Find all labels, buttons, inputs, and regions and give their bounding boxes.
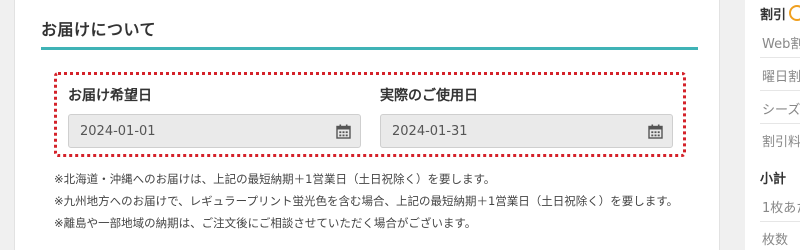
- calendar-icon[interactable]: [648, 124, 663, 139]
- discount-row-web: Web割: [762, 37, 800, 52]
- usage-date-field: 実際のご使用日 2024-01-31: [380, 88, 673, 148]
- discount-heading-label: 割引: [760, 8, 787, 23]
- note-remote-islands: ※離島や一部地域の納期は、ご注文後にご相談させていただく場合がございます。: [54, 216, 477, 230]
- subtotal-heading: 小計: [760, 172, 787, 187]
- divider: [760, 57, 800, 58]
- note-kyushu: ※九州地方へのお届けで、レギュラープリント蛍光色を含む場合、上記の最短納期＋1営…: [54, 194, 679, 208]
- discount-row-weekday: 曜日割: [762, 70, 800, 85]
- subtotal-row-quantity: 枚数: [762, 233, 789, 248]
- usage-date-value: 2024-01-31: [392, 124, 468, 139]
- discount-heading: 割引: [760, 4, 800, 23]
- subtotal-row-per-unit: 1枚あた: [762, 201, 800, 216]
- divider: [760, 221, 800, 222]
- discount-row-amount: 割引料: [762, 135, 800, 150]
- section-title: お届けについて: [41, 20, 157, 39]
- delivery-date-label: お届け希望日: [68, 88, 152, 104]
- delivery-date-input[interactable]: 2024-01-01: [68, 114, 361, 148]
- discount-row-season: シーズ: [762, 103, 800, 118]
- note-hokkaido-okinawa: ※北海道・沖縄へのお届けは、上記の最短納期＋1営業日（土日祝除く）を要します。: [54, 172, 496, 186]
- calendar-icon[interactable]: [336, 124, 351, 139]
- delivery-date-value: 2024-01-01: [80, 124, 156, 139]
- main-panel: お届けについて お届け希望日 2024-01-01 実際のご使用日 2024-0…: [14, 0, 720, 250]
- title-underline: [41, 47, 698, 50]
- divider: [760, 123, 800, 124]
- usage-date-label: 実際のご使用日: [380, 88, 478, 104]
- help-circle-icon[interactable]: [789, 5, 800, 21]
- date-selection-highlight: お届け希望日 2024-01-01 実際のご使用日 2024-01-31: [54, 72, 686, 157]
- price-sidebar: 割引 Web割 曜日割 シーズ 割引料 小計 1枚あた 枚数: [745, 0, 800, 250]
- delivery-date-field: お届け希望日 2024-01-01: [68, 88, 361, 148]
- divider: [760, 90, 800, 91]
- usage-date-input[interactable]: 2024-01-31: [380, 114, 673, 148]
- delivery-notes: ※北海道・沖縄へのお届けは、上記の最短納期＋1営業日（土日祝除く）を要します。 …: [54, 168, 704, 234]
